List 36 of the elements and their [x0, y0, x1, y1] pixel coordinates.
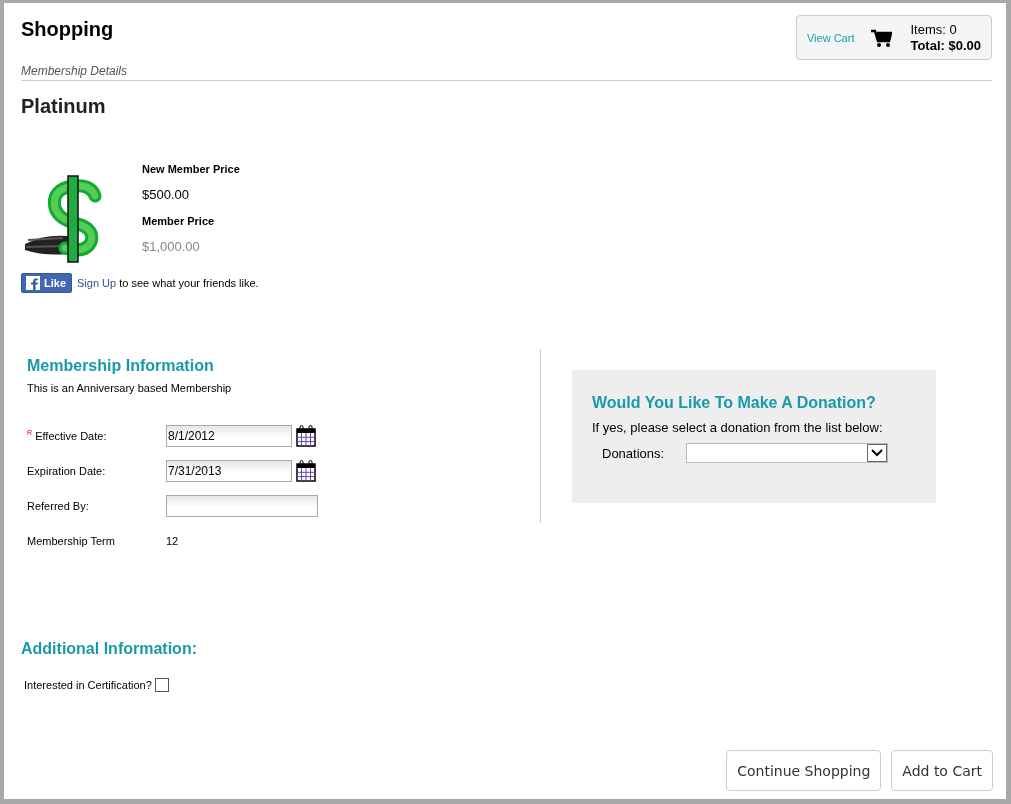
- cart-total: Total: $0.00: [910, 37, 981, 54]
- price-label: Member Price: [142, 215, 216, 227]
- facebook-icon: [26, 276, 40, 290]
- checkbox-label: Interested in Certification?: [24, 679, 152, 691]
- field-label: Referred By:: [27, 499, 90, 512]
- donation-prompt: If yes, please select a donation from the list below:: [592, 420, 884, 435]
- price-label: New Member Price: [142, 163, 240, 175]
- donation-heading: Would You Like To Make A Donation?: [592, 394, 877, 412]
- membership-note: This is an Anniversary based Membership: [27, 382, 233, 394]
- chevron-down-icon: [867, 444, 887, 462]
- price-amount: $1,000.00: [142, 239, 201, 254]
- date-field[interactable]: 7/31/2013: [166, 459, 292, 482]
- sign-up-link[interactable]: Sign Up: [77, 277, 117, 289]
- donations-label: Donations:: [602, 445, 666, 461]
- field-label: $^{R}$ Effective Date:: [27, 429, 108, 442]
- calendar-icon[interactable]: [296, 424, 316, 447]
- social-sentence: Sign Up to see what your friends like.: [77, 277, 259, 289]
- section-heading: Additional Information:: [21, 640, 198, 658]
- action-button[interactable]: Add to Cart: [891, 750, 993, 791]
- breadcrumb: Membership Details: [21, 64, 992, 81]
- like-button[interactable]: Like: [21, 273, 72, 293]
- field-value: 12: [166, 534, 179, 547]
- date-field[interactable]: 8/1/2012: [166, 424, 292, 447]
- product-name: Platinum: [21, 95, 107, 118]
- section-heading: Membership Information: [27, 357, 215, 375]
- calendar-icon[interactable]: [296, 459, 316, 482]
- field-label: Membership Term: [27, 534, 116, 547]
- page-title: Shopping: [21, 18, 114, 41]
- field-label: Expiration Date:: [27, 464, 107, 477]
- donations-dropdown[interactable]: [686, 443, 888, 463]
- cart-items-count: Items: 0: [910, 21, 958, 38]
- cart-icon: [870, 27, 893, 48]
- price-amount: $500.00: [142, 187, 190, 202]
- certification-checkbox[interactable]: [154, 678, 169, 692]
- input-field[interactable]: [166, 494, 318, 517]
- action-button[interactable]: Continue Shopping: [726, 750, 882, 791]
